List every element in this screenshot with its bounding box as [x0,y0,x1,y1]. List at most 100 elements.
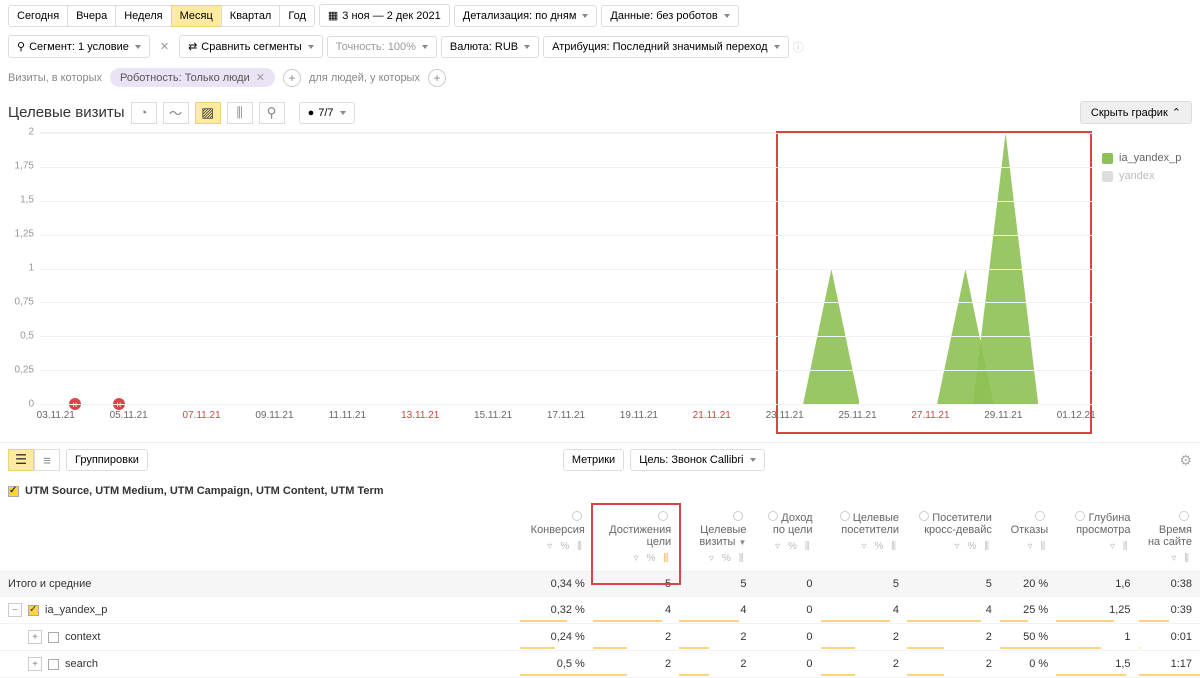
row-checkbox[interactable] [48,632,59,643]
chart-type-area[interactable]: ▨ [195,102,221,124]
filter-row: Визиты, в которых Роботность: Только люд… [0,62,1200,93]
chart-container: 00,250,50,7511,251,51,752 н н 03.11.2105… [0,132,1200,432]
percent-icon[interactable]: % [785,540,800,553]
chevron-down-icon [524,45,530,49]
period-tabs: Сегодня Вчера Неделя Месяц Квартал Год [8,5,315,27]
hide-chart-button[interactable]: Скрыть график ⌃ [1080,101,1192,124]
table-row[interactable]: +search 0,5 % 2 2 0 2 2 0 % 1,5 1:17 [0,651,1200,678]
compare-segments-button[interactable]: ⇄ Сравнить сегменты [179,35,323,58]
filter-icon[interactable]: ▿ [1107,540,1118,553]
tab-yesterday[interactable]: Вчера [67,5,116,27]
col-time[interactable]: Время на сайте▿⫼ [1139,505,1200,572]
bars-icon[interactable]: ⫼ [888,540,899,553]
help-icon[interactable]: ⓘ [793,39,804,55]
attribution-select[interactable]: Атрибуция: Последний значимый переход [543,36,788,58]
row-checkbox[interactable] [48,659,59,670]
col-visits[interactable]: Целевые визиты ▼▿%⫼ [679,505,754,572]
data-select[interactable]: Данные: без роботов [601,5,738,27]
compare-icon: ⇄ [188,40,197,53]
filter-icon[interactable]: ▿ [858,540,869,553]
chevron-down-icon [135,45,141,49]
filter-icon[interactable]: ▿ [544,540,555,553]
series-select[interactable]: ● 7/7 [299,102,355,124]
filter-icon[interactable]: ▿ [1168,552,1179,565]
chart-type-donut[interactable]: ◔ [131,102,157,124]
calendar-icon: ▦ [328,9,338,22]
bars-icon[interactable]: ⫼ [736,552,747,565]
col-conversion[interactable]: Конверсия▿%⫼ [520,505,593,572]
chevron-down-icon [724,14,730,18]
col-depth[interactable]: Глубина просмотра▿⫼ [1056,505,1138,572]
chart-type-map[interactable]: ⚲ [259,102,285,124]
expand-icon[interactable]: + [28,630,42,644]
metrics-button[interactable]: Метрики [563,449,624,471]
chip-remove-icon[interactable]: ✕ [256,71,265,84]
filter-icon[interactable]: ▿ [951,540,962,553]
add-visit-filter[interactable]: + [283,69,301,87]
tab-week[interactable]: Неделя [115,5,171,27]
chevron-down-icon [750,458,756,462]
col-goals[interactable]: Достижения цели▿%⫼ [593,505,679,572]
bars-icon[interactable]: ⫼ [802,540,813,553]
add-people-filter[interactable]: + [428,69,446,87]
legend-swatch-icon [1102,171,1113,182]
col-bounce[interactable]: Отказы▿⫼ [1000,505,1056,572]
percent-icon[interactable]: % [872,540,887,553]
goal-select[interactable]: Цель: Звонок Callibri [630,449,764,471]
tab-year[interactable]: Год [279,5,315,27]
chart-legend: ia_yandex_p yandex [1092,132,1192,432]
legend-item-2[interactable]: yandex [1102,170,1192,182]
bars-icon[interactable]: ⫼ [1120,540,1131,553]
filter-icon[interactable]: ▿ [1025,540,1036,553]
filter-icon[interactable]: ▿ [772,540,783,553]
table-controls: ☰ ≡ Группировки Метрики Цель: Звонок Cal… [0,442,1200,477]
chevron-down-icon [340,111,346,115]
legend-item-1[interactable]: ia_yandex_p [1102,152,1192,164]
accuracy-select[interactable]: Точность: 100% [327,36,437,58]
collapse-icon[interactable]: − [8,603,22,617]
currency-select[interactable]: Валюта: RUB [441,36,539,58]
col-cross-device[interactable]: Посетители кросс-девайс▿%⫼ [907,505,1000,572]
robot-chip[interactable]: Роботность: Только люди✕ [110,68,275,87]
row-totals: Итого и средние 0,34 % 5 5 0 5 5 20 % 1,… [0,572,1200,597]
sort-desc-icon: ▼ [739,538,747,547]
chart-title: Целевые визиты [8,104,125,121]
percent-icon[interactable]: % [644,552,659,565]
bars-icon[interactable]: ⫼ [661,552,672,565]
filter-icon[interactable]: ▿ [631,552,642,565]
view-flat[interactable]: ≡ [34,449,60,471]
legend-swatch-icon [1102,153,1113,164]
tab-quarter[interactable]: Квартал [221,5,281,27]
row-checkbox[interactable] [28,605,39,616]
bars-icon[interactable]: ⫼ [574,540,585,553]
bars-icon[interactable]: ⫼ [1181,552,1192,565]
detail-select[interactable]: Детализация: по дням [454,5,598,27]
percent-icon[interactable]: % [964,540,979,553]
chevron-down-icon [308,45,314,49]
utm-checkbox[interactable] [8,486,19,497]
segment-clear[interactable]: ✕ [154,37,175,56]
chart-type-line[interactable]: 〜 [163,102,189,124]
date-range-picker[interactable]: ▦ 3 ноя — 2 дек 2021 [319,4,450,27]
settings-icon[interactable]: ⚙ [1179,452,1192,469]
table-row[interactable]: +context 0,24 % 2 2 0 2 2 50 % 1 0:01 [0,624,1200,651]
table-row[interactable]: −ia_yandex_p 0,32 % 4 4 0 4 4 25 % 1,25 … [0,597,1200,624]
view-tree[interactable]: ☰ [8,449,34,471]
tab-today[interactable]: Сегодня [8,5,68,27]
chart-header: Целевые визиты ◔ 〜 ▨ ⫼ ⚲ ● 7/7 Скрыть гр… [0,93,1200,132]
segment-button[interactable]: ⚲ Сегмент: 1 условие [8,35,150,58]
chart-type-bar[interactable]: ⫼ [227,102,253,124]
chevron-down-icon [774,45,780,49]
col-income[interactable]: Доход по цели▿%⫼ [754,505,820,572]
tab-month[interactable]: Месяц [171,5,222,27]
percent-icon[interactable]: % [557,540,572,553]
bars-icon[interactable]: ⫼ [1038,540,1049,553]
people-label: для людей, у которых [309,72,420,84]
segment-toolbar: ⚲ Сегмент: 1 условие ✕ ⇄ Сравнить сегмен… [0,31,1200,62]
groupings-button[interactable]: Группировки [66,449,148,471]
percent-icon[interactable]: % [719,552,734,565]
filter-icon[interactable]: ▿ [706,552,717,565]
expand-icon[interactable]: + [28,657,42,671]
col-target-visitors[interactable]: Целевые посетители▿%⫼ [821,505,908,572]
bars-icon[interactable]: ⫼ [981,540,992,553]
